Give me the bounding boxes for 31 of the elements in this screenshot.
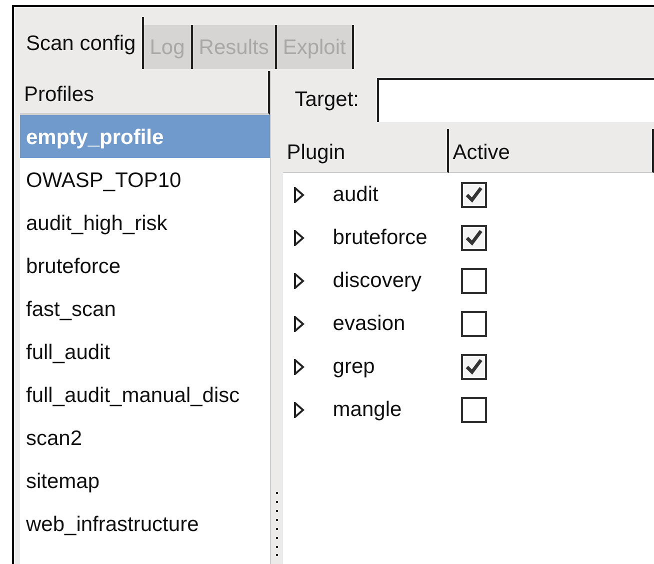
- expand-arrow-icon[interactable]: [292, 402, 305, 418]
- column-header[interactable]: Profiles: [20, 71, 270, 115]
- plugin-name: bruteforce: [332, 224, 428, 251]
- plugin-name: evasion: [332, 310, 406, 337]
- plugin-name: mangle: [332, 396, 403, 423]
- target-field[interactable]: [377, 78, 654, 122]
- expand-arrow-icon[interactable]: [292, 316, 305, 332]
- profile-item[interactable]: full_audit_manual_disc: [20, 373, 270, 416]
- profile-item[interactable]: scan2: [20, 416, 270, 459]
- plugin-name: audit: [332, 182, 380, 208]
- profile-item[interactable]: full_audit: [20, 330, 270, 373]
- checkbox[interactable]: [460, 310, 487, 336]
- plugin-name: discovery: [332, 268, 422, 294]
- checkbox[interactable]: [460, 396, 487, 422]
- expand-arrow-icon[interactable]: [292, 272, 305, 288]
- profile-item[interactable]: audit_high_risk: [20, 201, 270, 244]
- expand-arrow-icon[interactable]: [292, 358, 305, 374]
- profile-item[interactable]: sitemap: [20, 459, 270, 502]
- checkbox[interactable]: [460, 182, 487, 208]
- splitter-handle[interactable]: [274, 492, 279, 556]
- expand-arrow-icon[interactable]: [292, 230, 305, 246]
- checkbox[interactable]: [460, 354, 487, 380]
- profile-item[interactable]: bruteforce: [20, 244, 270, 287]
- target-label: Target:: [294, 87, 359, 114]
- expand-arrow-icon[interactable]: [292, 186, 305, 202]
- checkbox[interactable]: [460, 268, 487, 294]
- checkbox[interactable]: [460, 224, 487, 250]
- plugin-name: grep: [332, 354, 376, 380]
- profile-item[interactable]: OWASP_TOP10: [20, 158, 270, 201]
- profile-item[interactable]: fast_scan: [20, 287, 270, 330]
- profile-item[interactable]: web_infrastructure: [20, 502, 270, 545]
